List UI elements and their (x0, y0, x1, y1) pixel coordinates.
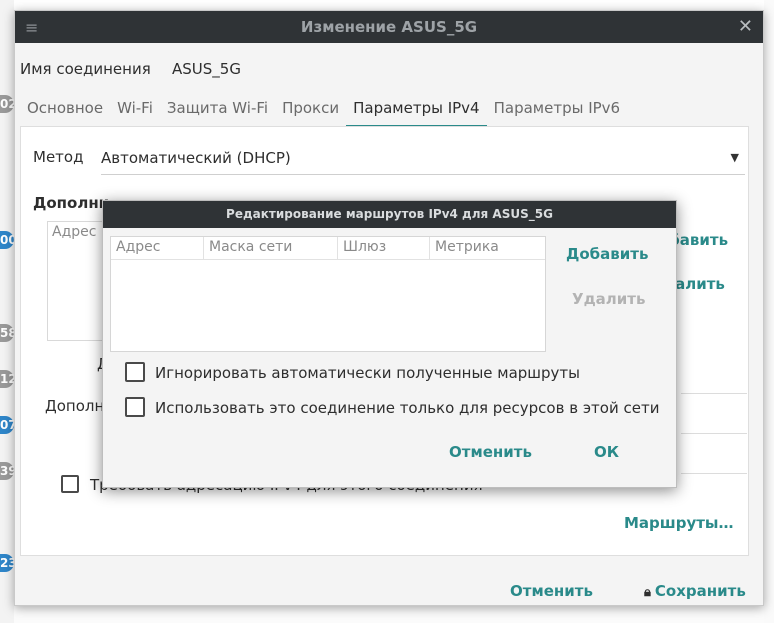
edit-routes-dialog: Редактирование маршрутов IPv4 для ASUS_5… (102, 200, 677, 488)
background-desktop-right (764, 0, 774, 623)
background-desktop-bottom (14, 606, 764, 623)
dialog-cancel-button[interactable]: Отменить (449, 443, 532, 461)
divider (681, 393, 747, 394)
column-header-netmask[interactable]: Маска сети (204, 237, 338, 259)
tab-wifi-security[interactable]: Защита Wi-Fi (160, 96, 275, 125)
column-header-metric[interactable]: Метрика (430, 237, 545, 259)
method-label: Метод (33, 148, 84, 166)
only-local-resources-label: Использовать это соединение только для р… (155, 399, 660, 417)
column-header-address[interactable]: Адрес (111, 237, 204, 259)
tab-wifi[interactable]: Wi-Fi (110, 96, 160, 125)
tab-ipv4[interactable]: Параметры IPv4 (346, 96, 487, 127)
chevron-down-icon: ▼ (730, 151, 739, 164)
close-icon[interactable]: ✕ (738, 16, 753, 37)
connection-name-field[interactable]: ASUS_5G (172, 60, 241, 78)
ignore-auto-routes-checkbox[interactable] (125, 362, 145, 382)
require-ipv4-checkbox[interactable] (61, 475, 79, 493)
routes-table-header: Адрес Маска сети Шлюз Метрика (111, 237, 545, 260)
save-label: Сохранить (654, 582, 746, 600)
save-button[interactable]: 🔒︎ Сохранить (644, 582, 746, 600)
background-badge: 39 (0, 462, 17, 480)
tab-proxy[interactable]: Прокси (275, 96, 346, 125)
tab-bar: Основное Wi-Fi Защита Wi-Fi Прокси Парам… (20, 96, 628, 127)
window-title: Изменение ASUS_5G (300, 18, 478, 36)
background-desktop-left (0, 0, 14, 623)
divider (681, 433, 747, 434)
background-badge: 07 (0, 416, 17, 434)
divider (681, 473, 747, 474)
additional-addresses-label: Дополни (33, 194, 110, 212)
method-dropdown[interactable]: Автоматический (DHCP) ▼ (101, 148, 745, 175)
background-badge: 58 (0, 324, 17, 342)
column-header-gateway[interactable]: Шлюз (338, 237, 430, 259)
cancel-button[interactable]: Отменить (510, 582, 593, 600)
address-column-header: Адрес (52, 224, 97, 240)
dialog-ok-button[interactable]: ОК (594, 443, 619, 461)
background-badge: 23 (0, 554, 17, 572)
tab-general[interactable]: Основное (20, 96, 110, 125)
background-badge: 02 (0, 95, 17, 113)
delete-route-button[interactable]: Удалить (572, 290, 645, 308)
connection-name-label: Имя соединения (20, 60, 151, 78)
ignore-auto-routes-label: Игнорировать автоматически полученные ма… (155, 364, 581, 382)
additional-search-label: Дополн (45, 397, 105, 415)
lock-icon: 🔒︎ (644, 585, 651, 600)
method-value: Автоматический (DHCP) (101, 149, 291, 167)
tab-ipv6[interactable]: Параметры IPv6 (487, 96, 628, 125)
window-titlebar: ≡ Изменение ASUS_5G ✕ (15, 11, 763, 43)
routes-button[interactable]: Маршруты… (624, 514, 734, 532)
routes-table[interactable]: Адрес Маска сети Шлюз Метрика (110, 236, 546, 352)
dialog-title: Редактирование маршрутов IPv4 для ASUS_5… (103, 201, 676, 228)
only-local-resources-checkbox[interactable] (125, 397, 145, 417)
background-badge: 00 (0, 231, 17, 249)
add-route-button[interactable]: Добавить (566, 245, 648, 263)
background-badge: 12 (0, 370, 17, 388)
